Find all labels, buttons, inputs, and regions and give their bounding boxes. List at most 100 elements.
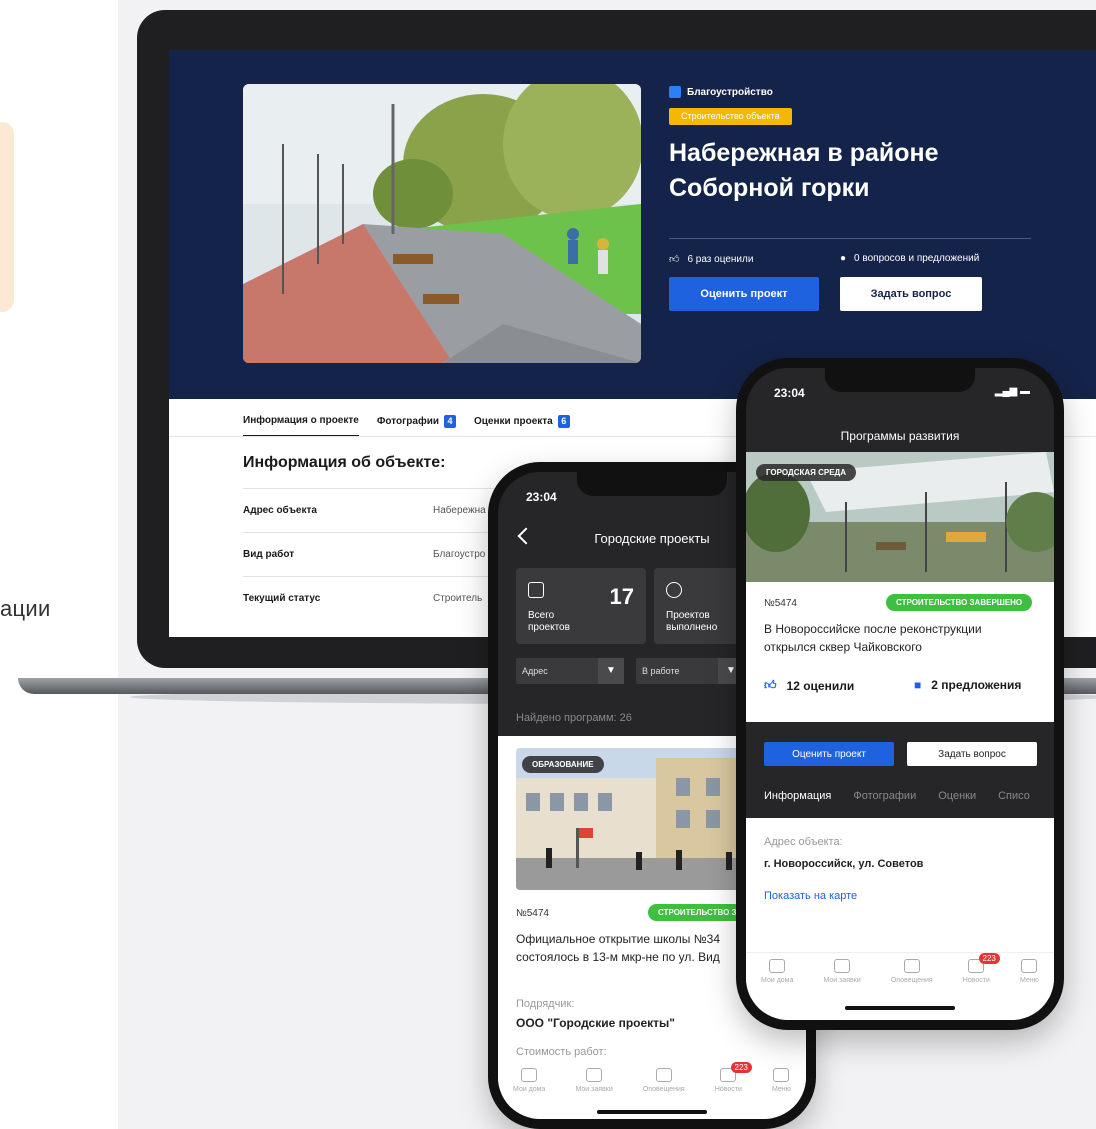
rate-project-button[interactable]: Оценить проект <box>669 277 819 311</box>
category-tag: ОБРАЗОВАНИЕ <box>522 756 604 773</box>
status-filter[interactable]: В работе ▼ <box>636 658 744 684</box>
project-title[interactable]: В Новороссийске после реконструкции откр… <box>764 620 982 656</box>
edit-icon <box>528 582 544 598</box>
thumbs-up-icon: 👍︎ <box>764 678 777 692</box>
hero-divider <box>669 238 1031 239</box>
phone-screen: 23:04 ▂▄▆ ▬ Программы развития ГОРОДСКАЯ… <box>746 368 1054 1020</box>
edit-icon <box>586 1068 603 1082</box>
promo-card <box>0 122 14 312</box>
info-value: Благоустро <box>433 549 486 560</box>
tab-news[interactable]: 223 Новости <box>714 1062 752 1093</box>
tab-label: Оповещения <box>890 977 933 984</box>
project-card: №5474 СТРОИТЕЛЬСТВО ЗАВЕРШЕНО В Новоросс… <box>746 582 1054 722</box>
tab-label: Меню <box>1020 977 1039 984</box>
tab-my-homes[interactable]: Мои дома <box>761 959 793 984</box>
project-hero: Благоустройство Строительство объекта На… <box>169 50 1096 399</box>
total-label: Всего проектов <box>528 610 570 633</box>
rate-project-button[interactable]: Оценить проект <box>764 742 894 766</box>
info-key: Вид работ <box>243 549 295 560</box>
tab-ratings[interactable]: Оценки <box>938 790 976 802</box>
tab-photos[interactable]: Фотографии <box>853 790 916 802</box>
home-icon <box>769 959 786 973</box>
tab-label: Новости <box>962 977 990 984</box>
status-tag: СТРОИТЕЛЬСТВО ЗАВЕРШЕНО <box>886 594 1033 611</box>
cost-label: Стоимость работ: <box>516 1046 607 1058</box>
tab-list[interactable]: Списо <box>998 790 1030 802</box>
info-value: Строитель <box>433 593 483 604</box>
tab-notifications[interactable]: Оповещения <box>891 959 933 984</box>
tab-label: Оповещения <box>642 1086 685 1093</box>
tab-count-badge: 6 <box>557 414 570 428</box>
tab-label: Новости <box>714 1086 742 1093</box>
category-label: Благоустройство <box>687 86 773 98</box>
questions-stat: ● 0 вопросов и предложений <box>840 253 979 264</box>
side-caption: ации <box>0 596 51 621</box>
thumbs-up-icon: 👍︎ <box>669 254 680 265</box>
category-tag: ГОРОДСКАЯ СРЕДА <box>756 464 857 481</box>
comment-icon: ● <box>840 253 847 264</box>
contractor-value: ООО "Городские проекты" <box>516 1016 675 1030</box>
tab-count-badge: 4 <box>444 414 456 428</box>
info-key: Адрес объекта <box>243 505 317 516</box>
bottom-tabbar: Мои дома Мои заявки Оповещения 223 Новост… <box>498 1062 806 1108</box>
tab-notifications[interactable]: Оповещения <box>643 1068 685 1093</box>
ask-question-button[interactable]: Задать вопрос <box>907 742 1037 766</box>
park-photo[interactable]: ГОРОДСКАЯ СРЕДА <box>746 452 1054 582</box>
tab-photos[interactable]: Фотографии 4 <box>377 405 456 437</box>
news-badge: 223 <box>978 953 1000 964</box>
total-projects-card: Всего проектов 17 <box>516 568 646 644</box>
filter-label: В работе <box>642 666 680 676</box>
title-line: открылся сквер Чайковского <box>764 640 922 654</box>
clock: 23:04 <box>526 490 557 504</box>
actions-panel <box>746 722 1054 818</box>
address-filter[interactable]: Адрес ▼ <box>516 658 624 684</box>
info-title: Информация об объекте: <box>243 454 446 471</box>
contractor-label: Подрядчик: <box>516 998 575 1010</box>
address-label: Адрес объекта: <box>764 836 843 848</box>
status-tag: СТРОИТЕЛЬСТВО З <box>648 904 747 921</box>
edit-icon <box>834 959 851 973</box>
chevron-down-icon: ▼ <box>598 658 624 684</box>
news-badge: 223 <box>730 1062 752 1073</box>
tab-label: Мои дома <box>513 1086 546 1093</box>
comment-icon: ■ <box>914 678 922 692</box>
tab-menu[interactable]: Меню <box>772 1068 791 1093</box>
tab-news[interactable]: 223 Новости <box>962 953 1000 984</box>
info-value: Набережна <box>433 505 486 516</box>
phone-notch <box>825 368 975 392</box>
category-icon <box>669 86 681 98</box>
tab-info[interactable]: Информация <box>764 790 831 802</box>
tab-menu[interactable]: Меню <box>1020 959 1039 984</box>
title-line: В Новороссийске после реконструкции <box>764 622 982 636</box>
tab-label: Мои заявки <box>575 1086 613 1093</box>
tab-my-requests[interactable]: Мои заявки <box>576 1068 613 1093</box>
tab-label: Фотографии <box>376 415 439 427</box>
ratings-stat: 👍︎ 12 оценили <box>764 678 854 693</box>
tab-label: Мои заявки <box>823 977 861 984</box>
notification-icon <box>903 959 920 973</box>
signal-wifi-battery-icon: ▂▄▆ ▬ <box>994 386 1030 397</box>
tab-project-info[interactable]: Информация о проекте <box>243 405 359 437</box>
proposals-stat: ■ 2 предложения <box>914 678 1021 692</box>
show-on-map-link[interactable]: Показать на карте <box>764 890 857 902</box>
page: ации Благоустройство Строительство объек… <box>0 0 1096 1129</box>
menu-icon <box>1021 959 1038 973</box>
clock: 23:04 <box>774 386 805 400</box>
phone-notch <box>577 472 727 496</box>
tab-my-requests[interactable]: Мои заявки <box>824 959 861 984</box>
home-indicator <box>845 1006 955 1010</box>
ratings-text: 6 раз оценили <box>687 253 754 265</box>
menu-icon <box>773 1068 790 1082</box>
project-number: №5474 <box>764 598 797 609</box>
done-label: Проектов выполнено <box>666 610 718 633</box>
info-section: Адрес объекта: г. Новороссийск, ул. Сове… <box>746 818 1054 1020</box>
detail-tabs: Информация Фотографии Оценки Списо <box>764 790 1030 802</box>
notification-icon <box>655 1068 672 1082</box>
ask-question-button[interactable]: Задать вопрос <box>840 277 982 311</box>
home-icon <box>521 1068 538 1082</box>
tab-my-homes[interactable]: Мои дома <box>513 1068 545 1093</box>
tab-ratings[interactable]: Оценки проекта 6 <box>474 405 570 437</box>
tab-label: Мои дома <box>761 977 794 984</box>
project-number: №5474 <box>516 908 549 919</box>
tab-label: Меню <box>772 1086 791 1093</box>
